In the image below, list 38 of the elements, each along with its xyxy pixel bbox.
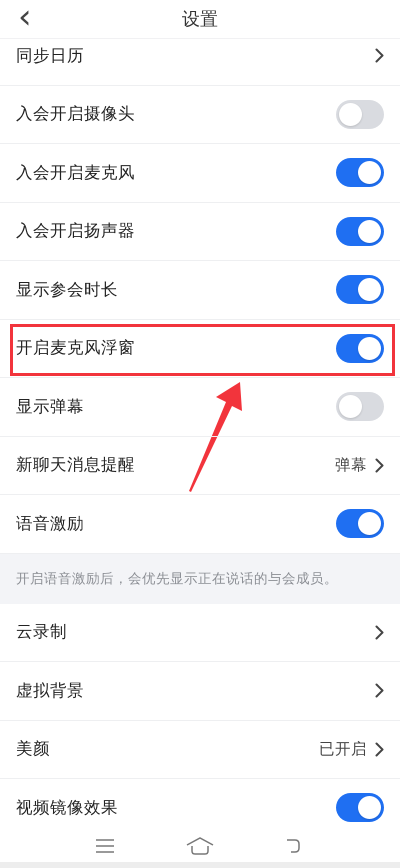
setting-label: 开启麦克风浮窗 bbox=[16, 337, 136, 360]
menu-icon[interactable] bbox=[95, 839, 116, 853]
toggle-switch[interactable] bbox=[336, 509, 384, 538]
setting-label: 显示参会时长 bbox=[16, 278, 119, 301]
setting-label: 虚拟背景 bbox=[16, 680, 85, 702]
setting-label: 入会开启麦克风 bbox=[16, 162, 136, 184]
setting-label: 同步日历 bbox=[16, 44, 85, 67]
setting-value: 已开启 bbox=[319, 738, 367, 760]
setting-label: 云录制 bbox=[16, 621, 68, 644]
setting-label: 入会开启摄像头 bbox=[16, 103, 136, 126]
settings-link-row[interactable]: 虚拟背景 bbox=[0, 662, 400, 720]
setting-label: 视频镜像效果 bbox=[16, 796, 119, 819]
toggle-switch[interactable] bbox=[336, 158, 384, 188]
chevron-icon bbox=[375, 624, 384, 640]
setting-label: 入会开启扬声器 bbox=[16, 220, 136, 242]
setting-label: 美颜 bbox=[16, 738, 51, 760]
setting-label: 语音激励 bbox=[16, 512, 85, 535]
chevron-icon bbox=[375, 683, 384, 698]
toggle-switch[interactable] bbox=[336, 793, 384, 822]
settings-link-row[interactable]: 美颜 已开启 bbox=[0, 720, 400, 779]
back-button[interactable]: ‹ bbox=[12, 0, 38, 34]
chevron-icon bbox=[375, 458, 384, 473]
toggle-switch[interactable] bbox=[336, 392, 384, 422]
settings-link-row[interactable]: 同步日历 bbox=[0, 39, 400, 86]
page-title: 设置 bbox=[182, 8, 218, 31]
setting-label: 新聊天消息提醒 bbox=[16, 454, 136, 476]
settings-link-row[interactable]: 云录制 bbox=[0, 604, 400, 662]
chevron-icon bbox=[375, 742, 384, 757]
toggle-switch[interactable] bbox=[336, 216, 384, 246]
settings-link-row[interactable]: 新聊天消息提醒 弹幕 bbox=[0, 436, 400, 495]
toggle-switch[interactable] bbox=[336, 100, 384, 129]
chevron-icon bbox=[375, 48, 384, 64]
toggle-switch[interactable] bbox=[336, 275, 384, 304]
hint-text: 开启语音激励后，会优先显示正在说话的与会成员。 bbox=[16, 570, 338, 588]
toggle-switch[interactable] bbox=[336, 334, 384, 363]
setting-label: 显示弹幕 bbox=[16, 396, 85, 418]
setting-value: 弹幕 bbox=[335, 454, 367, 476]
home-icon[interactable] bbox=[186, 837, 214, 855]
